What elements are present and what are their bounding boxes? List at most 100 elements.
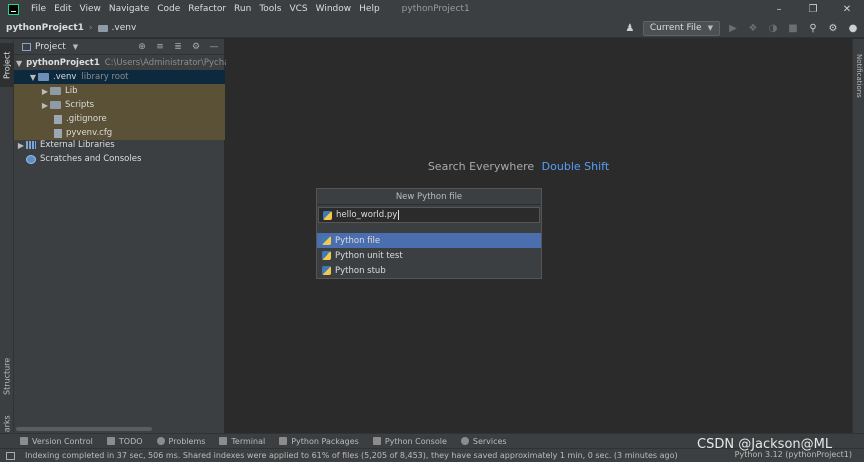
debug-icon[interactable]: ❖: [746, 21, 760, 35]
menu-view[interactable]: View: [80, 4, 101, 14]
coverage-icon[interactable]: ◑: [766, 21, 780, 35]
problems-icon: [156, 437, 165, 445]
project-panel-tools: ⊕ ≡ ≣ ⚙ —: [136, 40, 220, 54]
tree-item-label: Scratches and Consoles: [40, 154, 142, 164]
scratches-icon: [26, 154, 36, 164]
tool-tab-notifications[interactable]: Notifications: [853, 45, 864, 107]
file-name-input[interactable]: hello_world.py: [318, 207, 540, 223]
tree-item-label: .venv: [53, 72, 77, 82]
new-python-file-dialog: New Python file hello_world.py Python fi…: [316, 188, 542, 279]
restore-icon[interactable]: ❐: [796, 0, 830, 18]
menu-file[interactable]: File: [31, 4, 46, 14]
toggle-tool-windows-icon[interactable]: [6, 451, 15, 460]
chevron-right-icon[interactable]: ▶: [40, 87, 50, 96]
right-tool-stripe: Notifications: [852, 39, 864, 433]
search-icon[interactable]: ⚲: [806, 21, 820, 35]
minimize-icon[interactable]: –: [762, 0, 796, 18]
folder-icon: [97, 25, 108, 32]
todo-list-icon: [106, 437, 115, 445]
file-type-python-unit-test[interactable]: Python unit test: [317, 248, 541, 263]
menu-run[interactable]: Run: [234, 4, 251, 14]
menu-edit[interactable]: Edit: [54, 4, 71, 14]
settings-gear-icon[interactable]: ⚙: [826, 21, 840, 35]
packages-icon: [279, 437, 288, 445]
tree-item-label: pythonProject1: [26, 58, 100, 68]
tree-item-gitignore[interactable]: .gitignore: [14, 112, 225, 126]
project-panel-header: Project ▼ ⊕ ≡ ≣ ⚙ —: [14, 39, 224, 55]
tool-tab-python-console[interactable]: Python Console: [372, 437, 447, 446]
chevron-right-icon[interactable]: ▶: [40, 101, 50, 110]
tool-tab-python-packages[interactable]: Python Packages: [279, 437, 359, 446]
python-file-icon: [323, 210, 332, 220]
run-configuration-label: Current File: [649, 23, 702, 33]
window-title: pythonProject1: [401, 4, 470, 14]
settings-gear-icon[interactable]: ⚙: [190, 40, 202, 54]
menu-help[interactable]: Help: [359, 4, 380, 14]
chevron-right-icon[interactable]: ▶: [16, 141, 26, 150]
file-type-label: Python stub: [335, 265, 386, 276]
menu-vcs[interactable]: VCS: [289, 4, 307, 14]
tool-tab-project[interactable]: Project: [0, 43, 14, 87]
text-caret: [398, 210, 400, 220]
menu-navigate[interactable]: Navigate: [109, 4, 149, 14]
add-user-icon[interactable]: ♟: [623, 21, 637, 35]
terminal-icon: [219, 437, 228, 445]
breadcrumb-folder[interactable]: .venv: [112, 23, 137, 33]
tab-label: Terminal: [231, 436, 266, 446]
project-panel-title[interactable]: Project: [35, 42, 66, 52]
config-file-icon: [54, 128, 62, 138]
csdn-watermark: CSDN @Jackson@ML: [697, 437, 833, 452]
chevron-down-icon[interactable]: ▼: [28, 73, 38, 82]
tree-item-project-root[interactable]: ▼ pythonProject1 C:\Users\Administrator\…: [14, 56, 229, 70]
tool-tab-todo[interactable]: TODO: [106, 436, 143, 446]
menu-tools[interactable]: Tools: [259, 4, 281, 14]
tree-item-lib[interactable]: ▶ Lib: [14, 84, 225, 98]
menu-refactor[interactable]: Refactor: [188, 4, 226, 14]
jetbrains-logo-icon[interactable]: ●: [846, 21, 860, 35]
menu-window[interactable]: Window: [316, 4, 352, 14]
file-type-python-file[interactable]: Python file: [317, 233, 541, 248]
python-console-icon: [372, 437, 381, 445]
tool-tab-terminal[interactable]: Terminal: [219, 437, 265, 446]
chevron-down-icon[interactable]: ▼: [73, 43, 78, 51]
status-message[interactable]: Indexing completed in 37 sec, 506 ms. Sh…: [25, 451, 678, 460]
left-tool-stripe: Project Structure Bookmarks: [0, 39, 14, 460]
toolbar-right: ♟ Current File ▼ ▶ ❖ ◑ ■ ⚲ ⚙ ●: [623, 20, 860, 36]
horizontal-scrollbar[interactable]: [16, 427, 152, 431]
menu-bar: File Edit View Navigate Code Refactor Ru…: [0, 0, 864, 18]
tree-item-path: C:\Users\Administrator\Pycha: [104, 58, 230, 68]
run-configuration-select[interactable]: Current File ▼: [642, 20, 720, 36]
chevron-down-icon[interactable]: ▼: [16, 59, 22, 68]
close-icon[interactable]: ✕: [830, 0, 864, 18]
expand-all-icon[interactable]: ≡: [154, 40, 166, 54]
tree-item-scratches[interactable]: Scratches and Consoles: [14, 152, 225, 166]
tool-tab-services[interactable]: Services: [460, 437, 507, 446]
select-opened-file-icon[interactable]: ⊕: [136, 40, 148, 54]
tree-item-label: pyvenv.cfg: [66, 128, 113, 138]
menu-code[interactable]: Code: [157, 4, 180, 14]
version-control-icon: [20, 437, 28, 445]
file-type-list: Python file Python unit test Python stub: [317, 233, 541, 278]
collapse-all-icon[interactable]: ≣: [172, 40, 184, 54]
tab-label: Version Control: [32, 436, 93, 446]
hide-panel-icon[interactable]: —: [208, 40, 220, 54]
python-file-icon: [322, 266, 331, 275]
folder-icon: [50, 101, 61, 109]
window-controls: – ❐ ✕: [762, 0, 864, 18]
pycharm-logo-icon: [8, 3, 19, 15]
tab-label: TODO: [118, 436, 143, 446]
run-icon[interactable]: ▶: [726, 21, 740, 35]
tool-tab-problems[interactable]: Problems: [156, 437, 205, 446]
tool-tab-version-control[interactable]: Version Control: [20, 437, 93, 446]
breadcrumb-project[interactable]: pythonProject1: [6, 23, 84, 33]
tree-item-label: External Libraries: [40, 140, 115, 150]
stop-icon[interactable]: ■: [786, 21, 800, 35]
breadcrumb-separator: ›: [88, 22, 93, 33]
tree-item-external-libraries[interactable]: ▶ External Libraries: [14, 138, 225, 152]
tree-item-scripts[interactable]: ▶ Scripts: [14, 98, 225, 112]
file-name-value: hello_world.py: [336, 210, 398, 220]
file-type-python-stub[interactable]: Python stub: [317, 263, 541, 278]
tree-item-venv[interactable]: ▼ .venv library root: [14, 70, 225, 84]
hint-shortcut: Double Shift: [541, 160, 610, 173]
tool-tab-structure[interactable]: Structure: [0, 355, 14, 397]
